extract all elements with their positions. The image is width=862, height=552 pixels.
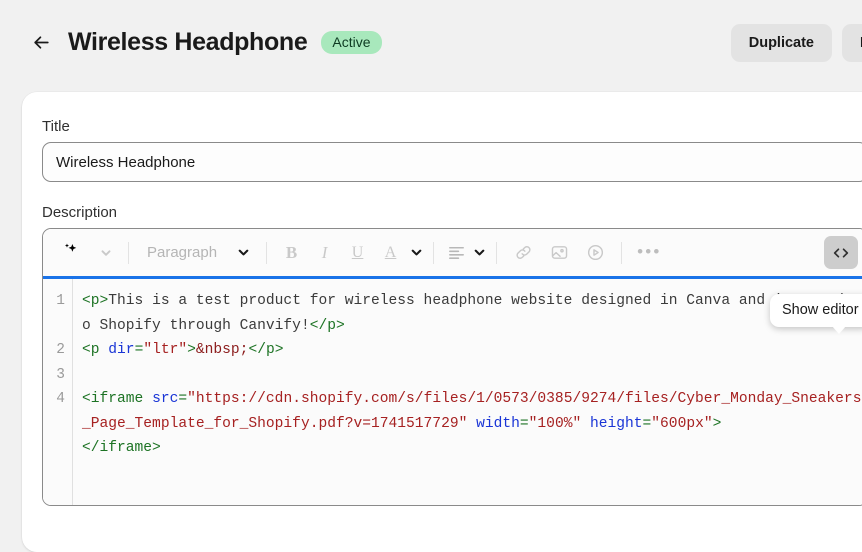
- code-token-tag: =: [178, 391, 188, 407]
- code-token-val: "600px": [651, 415, 713, 432]
- chevron-down-icon: [100, 247, 112, 259]
- line-number: 1: [56, 293, 65, 309]
- underline-label: U: [351, 243, 364, 261]
- text-color-label: A: [384, 243, 397, 261]
- code-token-tag: </iframe>: [82, 440, 161, 456]
- code-token-tag: [581, 416, 590, 432]
- more-options-button[interactable]: •••: [631, 237, 667, 268]
- bold-label: B: [285, 242, 298, 262]
- code-token-attr: height: [589, 415, 643, 432]
- code-token-tag: >: [187, 342, 196, 358]
- line-number: 2: [56, 342, 65, 358]
- back-button[interactable]: [26, 28, 56, 58]
- code-token-val: "100%": [528, 415, 582, 432]
- align-button[interactable]: [443, 237, 469, 268]
- ellipsis-icon: •••: [637, 242, 662, 262]
- code-token-tag: =: [519, 415, 529, 432]
- description-field-label: Description: [42, 204, 118, 221]
- code-token-attr: width: [476, 415, 520, 432]
- status-badge: Active: [321, 31, 382, 54]
- underline-button[interactable]: U: [342, 237, 373, 268]
- code-token-tag: </p>: [248, 342, 284, 358]
- tooltip-label: Show editor: [782, 302, 859, 318]
- code-token-tag: =: [134, 342, 144, 358]
- code-editor-area[interactable]: 1 234 <p>This is a test product for wire…: [43, 279, 862, 505]
- more-actions-button[interactable]: P: [842, 23, 862, 62]
- italic-button[interactable]: I: [309, 237, 340, 268]
- code-token-tag: [467, 416, 476, 432]
- insert-group: [506, 237, 612, 268]
- text-color-button[interactable]: A: [375, 237, 406, 268]
- code-token-attr: dir: [108, 342, 135, 358]
- toolbar-right-group: [824, 236, 858, 269]
- code-token-attr: src: [152, 391, 179, 407]
- align-dropdown[interactable]: [471, 237, 487, 268]
- video-play-icon: [586, 243, 605, 262]
- code-token-tag: </p>: [309, 317, 345, 334]
- toolbar-divider: [266, 241, 268, 264]
- text-color-dropdown[interactable]: [408, 237, 424, 268]
- chevron-down-icon: [237, 246, 250, 259]
- code-token-ent: &nbsp;: [195, 342, 249, 358]
- editor-toolbar: Paragraph B I U A •••: [43, 229, 862, 276]
- product-form-card: Title Description: [22, 92, 862, 552]
- show-editor-code-button[interactable]: [824, 236, 858, 269]
- line-number: 3: [56, 366, 65, 383]
- code-token-tag: <iframe: [82, 391, 153, 407]
- code-token-tag: <p: [82, 342, 109, 358]
- code-token-tag: <p>: [82, 293, 109, 309]
- code-line: <p dir="ltr">&nbsp;</p>: [82, 338, 862, 363]
- line-number-gutter: 1 2 3 4: [43, 279, 73, 505]
- code-content[interactable]: <p>This is a test product for wireless h…: [73, 279, 862, 505]
- code-token-val: "ltr": [143, 342, 188, 358]
- link-icon: [514, 243, 533, 262]
- chevron-down-icon: [473, 246, 486, 259]
- insert-video-button[interactable]: [578, 237, 612, 268]
- title-field-label: Title: [42, 118, 70, 135]
- duplicate-button[interactable]: Duplicate: [730, 23, 832, 62]
- text-format-group: B I U A: [276, 237, 424, 268]
- code-line: <p>This is a test product for wireless h…: [82, 289, 862, 338]
- italic-label: I: [321, 242, 328, 262]
- toolbar-divider: [128, 241, 129, 264]
- block-format-select[interactable]: Paragraph: [138, 237, 257, 268]
- code-brackets-icon: [831, 243, 851, 263]
- code-line: <iframe src="https://cdn.shopify.com/s/f…: [82, 387, 862, 461]
- align-group: [443, 237, 487, 268]
- code-token-text: This is a test product for wireless head…: [82, 293, 862, 334]
- chevron-down-icon: [410, 246, 423, 259]
- header-actions: Duplicate P: [730, 23, 862, 62]
- ai-magic-button[interactable]: [52, 237, 119, 268]
- sparkle-icon: [61, 241, 80, 265]
- code-token-tag: >: [712, 415, 722, 432]
- bold-button[interactable]: B: [276, 237, 307, 268]
- title-input[interactable]: [42, 142, 862, 182]
- code-token-tag: =: [642, 415, 652, 432]
- arrow-left-icon: [31, 32, 52, 53]
- toolbar-divider: [496, 241, 498, 264]
- insert-image-button[interactable]: [542, 237, 576, 268]
- line-number: 4: [56, 391, 65, 407]
- toolbar-divider: [433, 241, 435, 264]
- show-editor-tooltip: Show editor: [770, 294, 862, 334]
- toolbar-divider: [621, 241, 623, 264]
- page-title: Wireless Headphone: [68, 28, 308, 56]
- link-button[interactable]: [506, 237, 540, 268]
- page-header: Wireless Headphone Active Duplicate P: [0, 0, 862, 85]
- description-editor: Paragraph B I U A ••• 1 2 3 4 <p>This is…: [42, 228, 862, 506]
- align-left-icon: [447, 243, 466, 262]
- block-format-value: Paragraph: [147, 244, 218, 261]
- image-icon: [550, 243, 569, 262]
